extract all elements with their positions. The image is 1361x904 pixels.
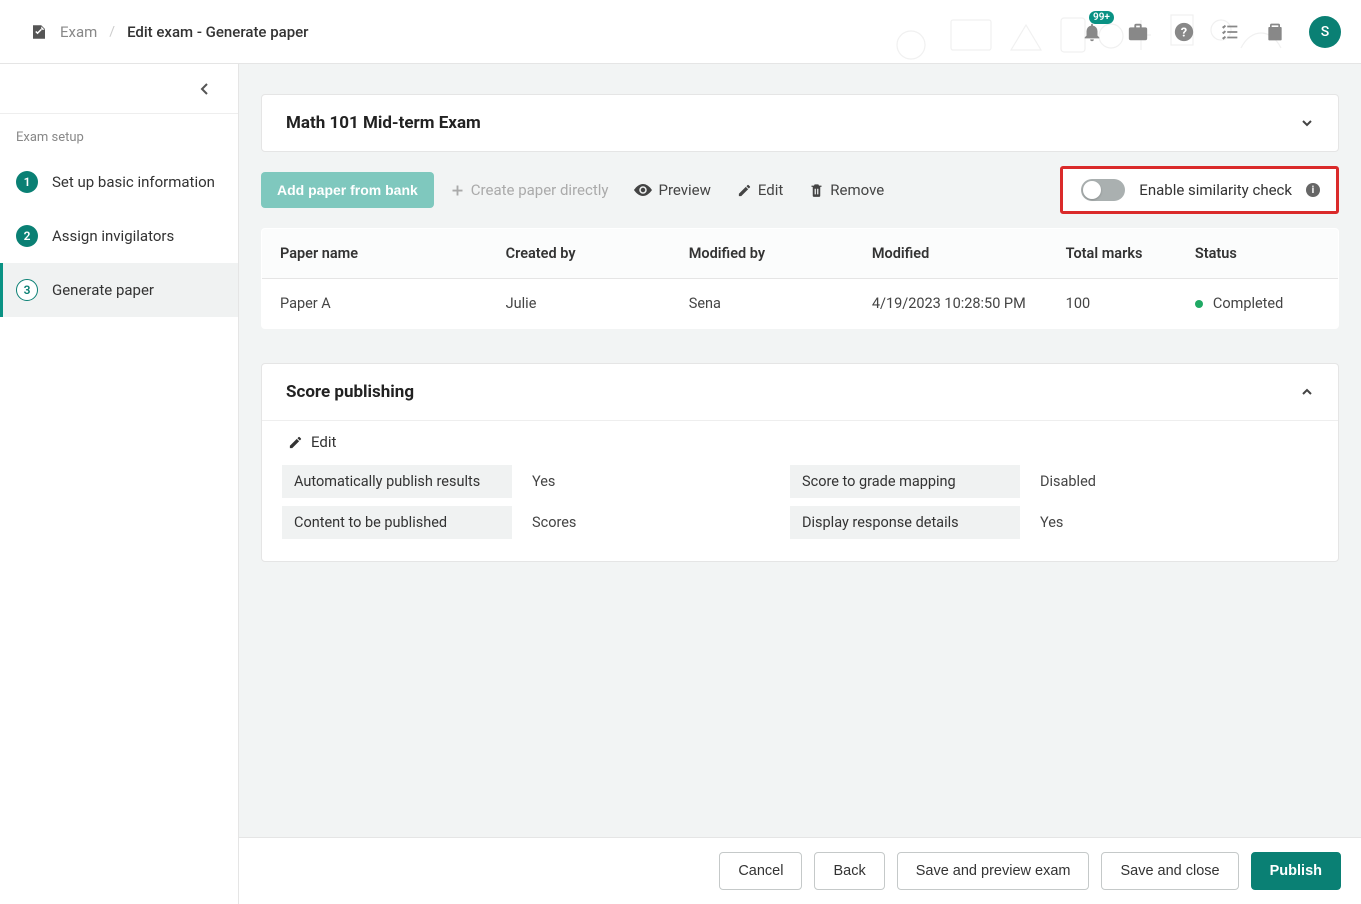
preview-label: Preview: [658, 181, 710, 199]
save-close-button[interactable]: Save and close: [1101, 852, 1238, 890]
avatar-initial: S: [1321, 24, 1329, 40]
back-button[interactable]: Back: [814, 852, 884, 890]
checklist-icon[interactable]: [1219, 21, 1241, 43]
chevron-down-icon: [1300, 116, 1314, 130]
step-number: 2: [16, 225, 38, 247]
step-basic-info[interactable]: 1 Set up basic information: [0, 155, 238, 209]
cell-total-marks: 100: [1048, 279, 1177, 329]
notifications-icon[interactable]: 99+: [1081, 21, 1103, 43]
cell-modified-by: Sena: [671, 279, 854, 329]
breadcrumb-current: Edit exam - Generate paper: [127, 23, 308, 41]
create-directly-label: Create paper directly: [471, 181, 609, 199]
breadcrumb-separator: /: [109, 24, 115, 40]
step-number: 3: [16, 279, 38, 301]
sidebar-collapse[interactable]: [0, 64, 238, 114]
footer: Cancel Back Save and preview exam Save a…: [239, 837, 1361, 904]
similarity-label: Enable similarity check: [1139, 181, 1292, 199]
step-label: Assign invigilators: [52, 227, 174, 245]
exam-icon: [30, 23, 48, 41]
table-row[interactable]: Paper A Julie Sena 4/19/2023 10:28:50 PM…: [262, 279, 1339, 329]
remove-label: Remove: [830, 181, 884, 199]
publish-button[interactable]: Publish: [1251, 852, 1341, 890]
auto-publish-label: Automatically publish results: [282, 465, 512, 498]
score-edit-label: Edit: [311, 433, 336, 451]
cell-modified: 4/19/2023 10:28:50 PM: [854, 279, 1048, 329]
toolbox-icon[interactable]: [1127, 21, 1149, 43]
resp-value: Yes: [1034, 514, 1234, 531]
step-label: Generate paper: [52, 281, 154, 299]
step-label: Set up basic information: [52, 173, 215, 191]
create-paper-directly-button: Create paper directly: [440, 173, 619, 207]
layout: Exam setup 1 Set up basic information 2 …: [0, 64, 1361, 904]
col-status[interactable]: Status: [1177, 229, 1339, 279]
breadcrumb-root[interactable]: Exam: [60, 23, 97, 41]
col-paper-name[interactable]: Paper name: [262, 229, 488, 279]
auto-publish-value: Yes: [526, 473, 776, 490]
score-settings-grid: Automatically publish results Yes Score …: [282, 465, 1318, 539]
paper-toolbar: Add paper from bank Create paper directl…: [261, 166, 1339, 214]
content-label: Content to be published: [282, 506, 512, 539]
col-modified[interactable]: Modified: [854, 229, 1048, 279]
cell-status: Completed: [1177, 279, 1339, 329]
status-dot-icon: [1195, 300, 1203, 308]
sidebar-title: Exam setup: [0, 114, 238, 155]
score-panel-header[interactable]: Score publishing: [262, 364, 1338, 421]
add-paper-from-bank-button[interactable]: Add paper from bank: [261, 172, 434, 208]
status-text: Completed: [1213, 295, 1283, 312]
score-publishing-panel: Score publishing Edit Automatically publ…: [261, 363, 1339, 562]
clipboard-icon[interactable]: [1265, 21, 1285, 43]
topbar: Exam / Edit exam - Generate paper 99+ ? …: [0, 0, 1361, 64]
step-invigilators[interactable]: 2 Assign invigilators: [0, 209, 238, 263]
grade-map-value: Disabled: [1034, 473, 1234, 490]
score-edit-button[interactable]: Edit: [282, 425, 342, 465]
cancel-button[interactable]: Cancel: [719, 852, 802, 890]
exam-title-panel: Math 101 Mid-term Exam: [261, 94, 1339, 152]
col-modified-by[interactable]: Modified by: [671, 229, 854, 279]
preview-button[interactable]: Preview: [624, 173, 720, 207]
grade-map-label: Score to grade mapping: [790, 465, 1020, 498]
info-icon[interactable]: i: [1306, 183, 1320, 197]
similarity-check-highlight: Enable similarity check i: [1060, 166, 1339, 214]
exam-title: Math 101 Mid-term Exam: [286, 113, 481, 133]
content-value: Scores: [526, 514, 776, 531]
notification-badge: 99+: [1089, 11, 1114, 24]
svg-text:?: ?: [1181, 25, 1187, 40]
exam-title-header[interactable]: Math 101 Mid-term Exam: [262, 95, 1338, 151]
main-content: Math 101 Mid-term Exam Add paper from ba…: [239, 64, 1361, 904]
sidebar: Exam setup 1 Set up basic information 2 …: [0, 64, 239, 904]
col-created-by[interactable]: Created by: [488, 229, 671, 279]
col-total-marks[interactable]: Total marks: [1048, 229, 1177, 279]
remove-button[interactable]: Remove: [799, 173, 894, 207]
papers-table: Paper name Created by Modified by Modifi…: [261, 228, 1339, 329]
similarity-toggle[interactable]: [1081, 179, 1125, 201]
table-header-row: Paper name Created by Modified by Modifi…: [262, 229, 1339, 279]
cell-paper-name: Paper A: [262, 279, 488, 329]
step-generate-paper[interactable]: 3 Generate paper: [0, 263, 238, 317]
help-icon[interactable]: ?: [1173, 21, 1195, 43]
breadcrumb: Exam / Edit exam - Generate paper: [30, 23, 308, 41]
chevron-up-icon: [1300, 385, 1314, 399]
avatar[interactable]: S: [1309, 16, 1341, 48]
score-panel-title: Score publishing: [286, 382, 414, 402]
toolbar-left: Add paper from bank Create paper directl…: [261, 172, 894, 208]
topbar-actions: 99+ ? S: [1081, 16, 1341, 48]
cell-created-by: Julie: [488, 279, 671, 329]
resp-label: Display response details: [790, 506, 1020, 539]
score-panel-body: Edit Automatically publish results Yes S…: [262, 421, 1338, 561]
edit-button[interactable]: Edit: [727, 173, 793, 207]
save-preview-button[interactable]: Save and preview exam: [897, 852, 1090, 890]
edit-label: Edit: [758, 181, 783, 199]
step-number: 1: [16, 171, 38, 193]
